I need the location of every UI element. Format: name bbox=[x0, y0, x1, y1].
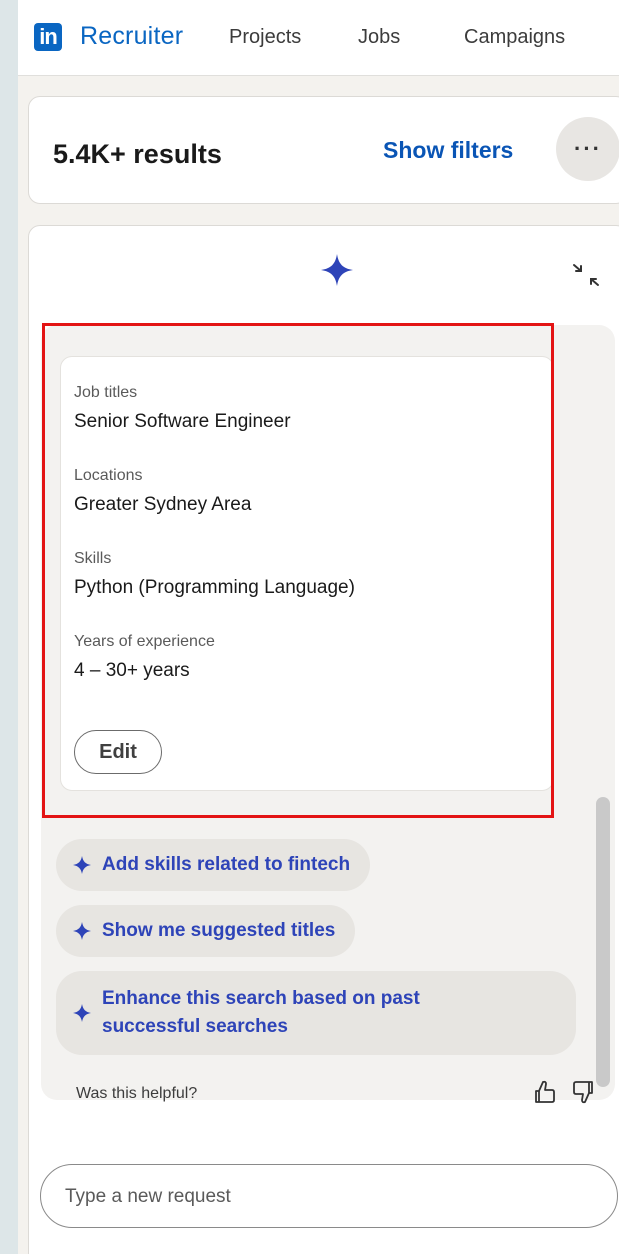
sparkle-icon bbox=[73, 922, 91, 940]
thumbs-up-icon[interactable] bbox=[531, 1079, 557, 1105]
sparkle-icon bbox=[73, 1004, 91, 1022]
nav-link-jobs[interactable]: Jobs bbox=[358, 26, 400, 49]
suggestion-add-skills[interactable]: Add skills related to fintech bbox=[56, 839, 371, 891]
sparkle-icon bbox=[321, 254, 353, 286]
feedback-question: Was this helpful? bbox=[76, 1085, 198, 1102]
new-request-field[interactable] bbox=[40, 1164, 618, 1228]
more-options-icon: ··· bbox=[574, 136, 602, 161]
suggestion-label: Add skills related to fintech bbox=[102, 854, 351, 875]
top-nav: in Recruiter Projects Jobs Campaigns bbox=[18, 0, 619, 76]
suggestion-label: Enhance this search based on past succes… bbox=[102, 988, 420, 1037]
thumbs-down-icon[interactable] bbox=[571, 1079, 597, 1105]
suggestion-titles[interactable]: Show me suggested titles bbox=[56, 905, 356, 957]
scrollbar[interactable] bbox=[596, 797, 610, 1087]
results-header: 5.4K+ results Show filters ··· bbox=[28, 96, 619, 204]
nav-link-projects[interactable]: Projects bbox=[229, 26, 301, 49]
sparkle-icon bbox=[73, 856, 91, 874]
linkedin-logo[interactable]: in bbox=[34, 23, 62, 51]
show-filters-button[interactable]: Show filters bbox=[383, 137, 513, 164]
highlight-box bbox=[42, 323, 554, 818]
brand-name[interactable]: Recruiter bbox=[80, 22, 183, 51]
nav-link-campaigns[interactable]: Campaigns bbox=[464, 26, 565, 49]
suggestion-label: Show me suggested titles bbox=[102, 920, 336, 941]
results-count: 5.4K+ results bbox=[53, 139, 222, 169]
new-request-input[interactable] bbox=[65, 1183, 585, 1211]
suggestion-enhance[interactable]: Enhance this search based on past succes… bbox=[56, 971, 576, 1055]
collapse-icon[interactable] bbox=[571, 262, 601, 288]
more-options-button[interactable]: ··· bbox=[556, 117, 619, 181]
